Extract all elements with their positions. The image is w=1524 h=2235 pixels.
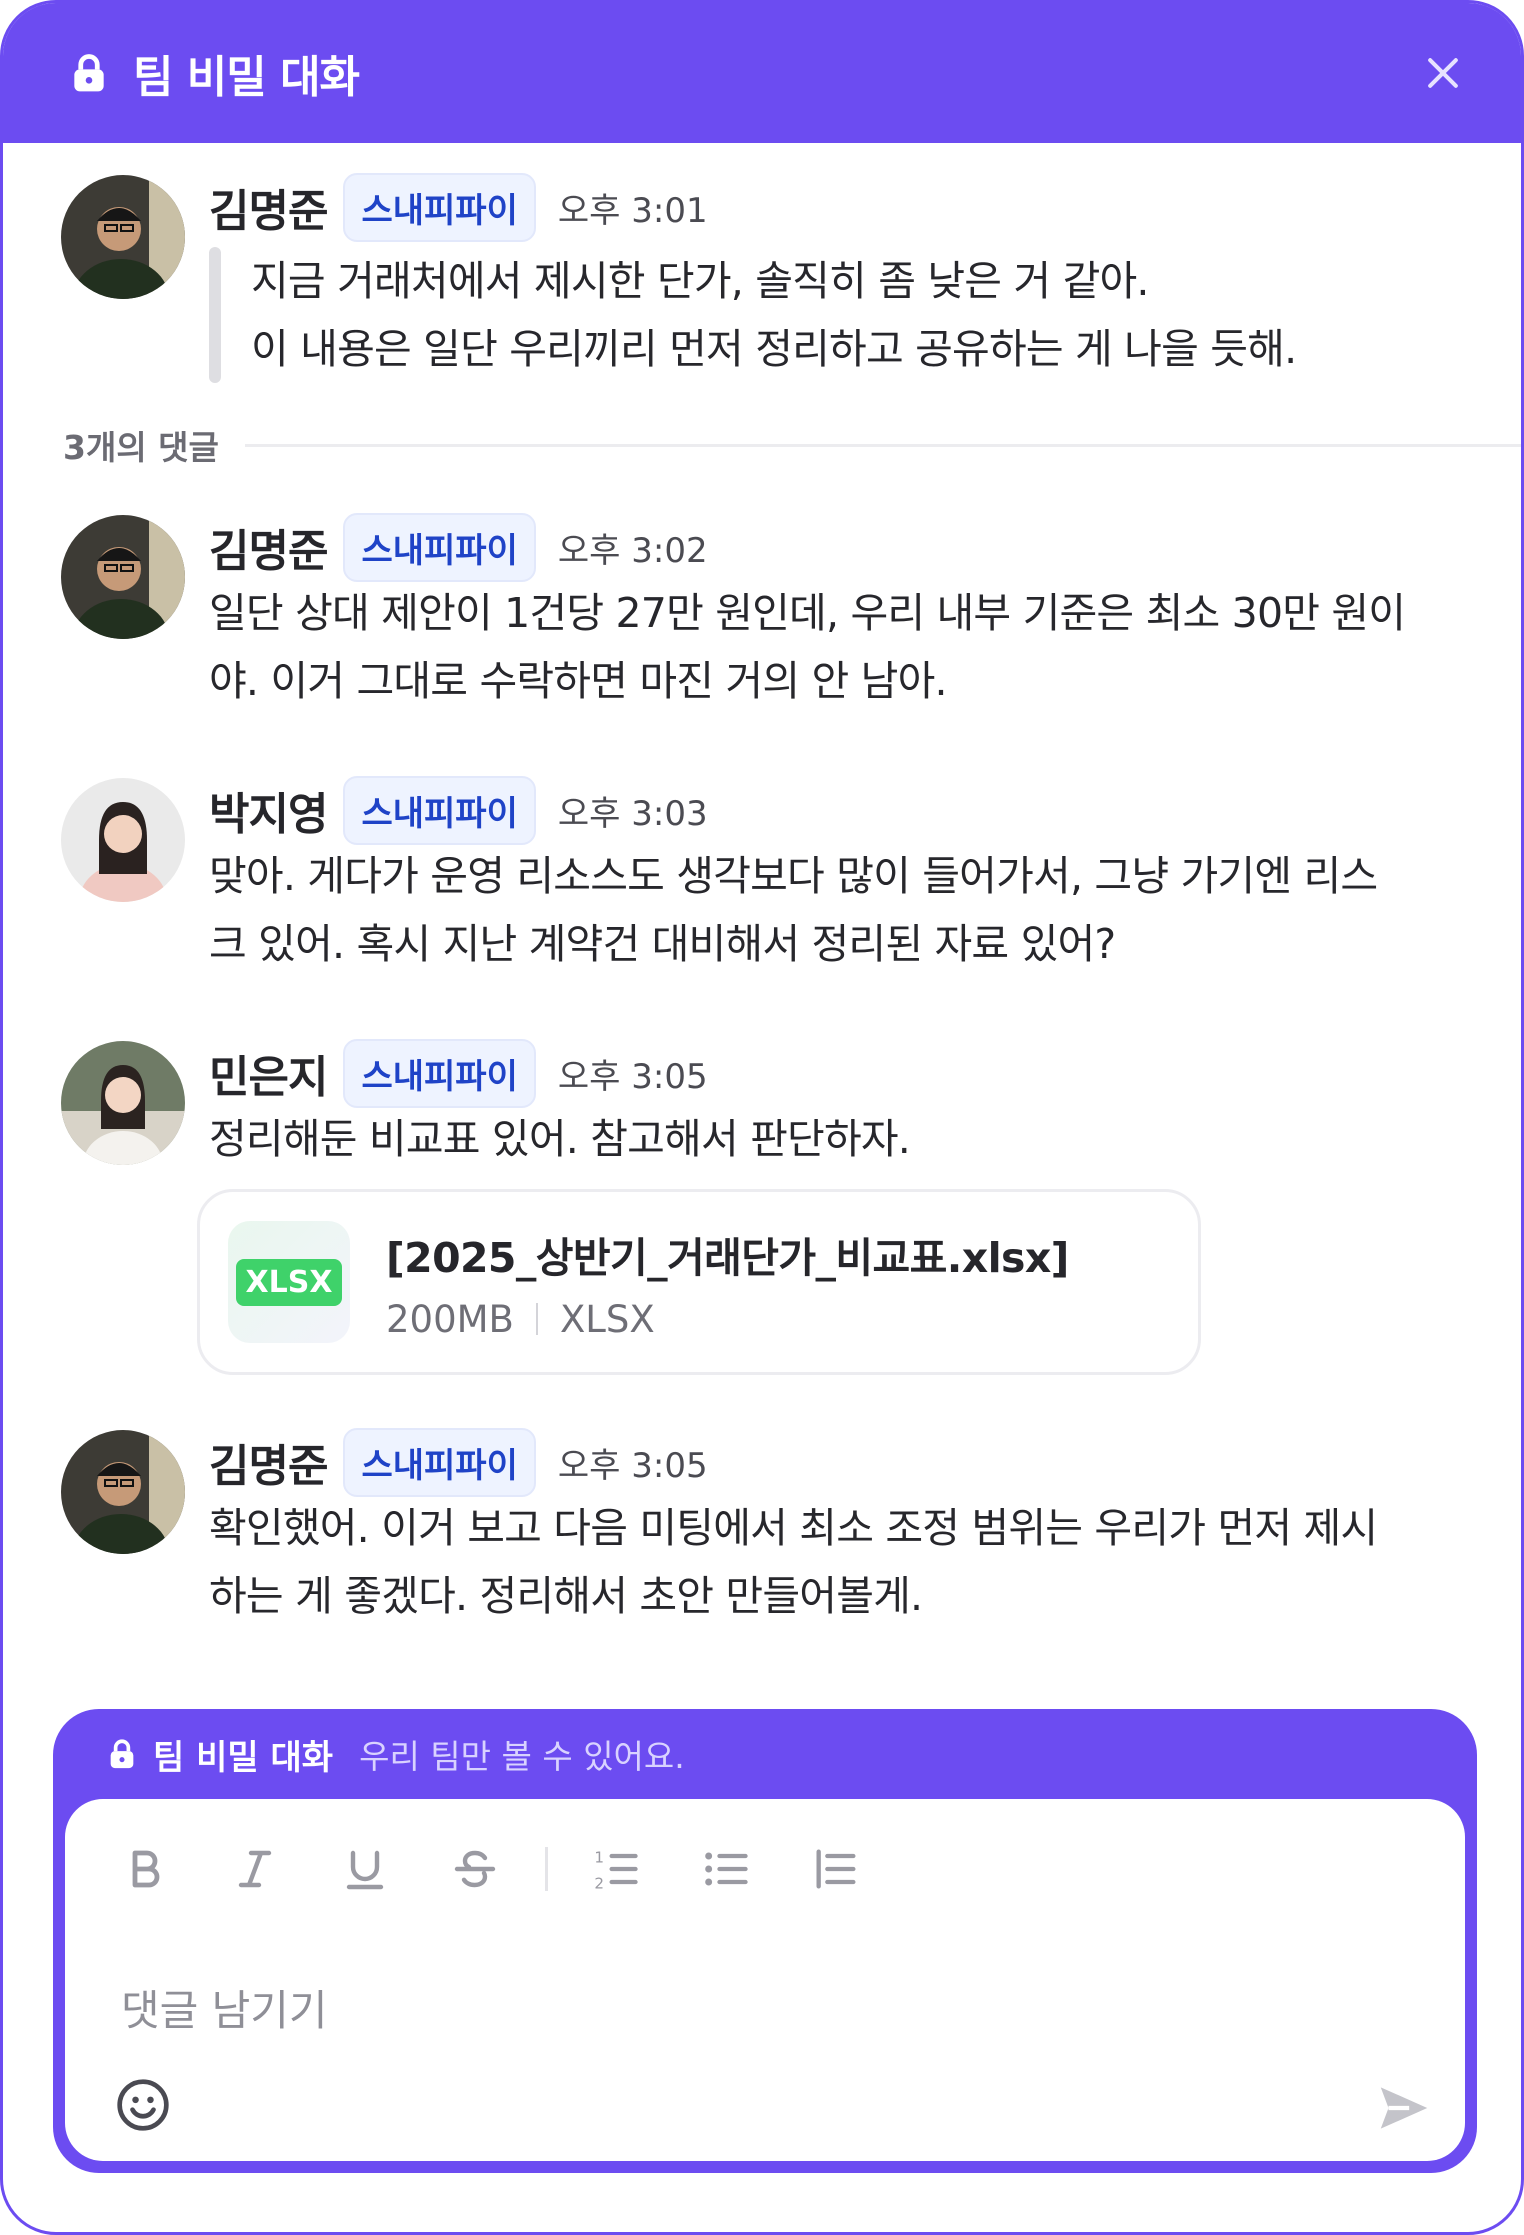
format-toolbar: 1 2	[105, 1829, 906, 1909]
file-name: [2025_상반기_거래단가_비교표.xlsx]	[386, 1233, 1069, 1282]
underline-button[interactable]	[325, 1829, 405, 1909]
author-name: 김명준	[209, 526, 328, 577]
avatar	[61, 1041, 185, 1165]
panel-header: 팀 비밀 대화	[3, 3, 1521, 143]
ordered-list-icon: 1 2	[594, 1849, 638, 1893]
file-size: 200MB	[386, 1297, 514, 1341]
reply-message: 박지영 스내피파이 오후 3:03 맞아. 게다가 운영 리소스도 생각보다 많…	[61, 775, 1461, 978]
bold-icon	[132, 1850, 160, 1888]
author-name: 민은지	[209, 1052, 328, 1103]
emoji-icon[interactable]	[115, 2077, 171, 2133]
message-line: 정리해둔 비교표 있어. 참고해서 판단하자.	[209, 1115, 911, 1163]
avatar	[61, 175, 185, 299]
indent-button[interactable]	[796, 1829, 876, 1909]
workspace-badge: 스내피파이	[343, 1038, 536, 1108]
message-line: 크 있어. 혹시 지난 계약건 대비해서 정리된 자료 있어?	[209, 920, 1116, 968]
ordered-list-button[interactable]: 1 2	[576, 1829, 656, 1909]
message-line: 하는 게 좋겠다. 정리해서 초안 만들어볼게.	[209, 1572, 923, 1620]
replies-divider: 3개의 댓글	[63, 421, 1521, 469]
italic-button[interactable]	[215, 1829, 295, 1909]
message-line: 확인했어. 이거 보고 다음 미팅에서 최소 조정 범위는 우리가 먼저 제시	[209, 1504, 1378, 1552]
comment-input[interactable]: 댓글 남기기	[121, 1977, 328, 2038]
reply-message: 김명준 스내피파이 오후 3:02 일단 상대 제안이 1건당 27만 원인데,…	[61, 512, 1461, 715]
message-line: 맞아. 게다가 운영 리소스도 생각보다 많이 들어가서, 그냥 가기엔 리스	[209, 852, 1378, 900]
file-type: XLSX	[559, 1297, 655, 1341]
close-icon[interactable]	[1421, 51, 1465, 95]
quoted-message: 지금 거래처에서 제시한 단가, 솔직히 좀 낮은 거 같아. 이 내용은 일단…	[209, 247, 1461, 383]
reply-message: 김명준 스내피파이 오후 3:05 확인했어. 이거 보고 다음 미팅에서 최소…	[61, 1427, 1461, 1630]
avatar	[61, 778, 185, 902]
composer-title: 팀 비밀 대화	[153, 1737, 334, 1778]
composer-header: 팀 비밀 대화 우리 팀만 볼 수 있어요.	[53, 1709, 1477, 1799]
panel-title: 팀 비밀 대화	[133, 52, 360, 103]
bullet-list-icon	[705, 1852, 748, 1886]
message-line: 지금 거래처에서 제시한 단가, 솔직히 좀 낮은 거 같아.	[251, 257, 1149, 305]
author-name: 김명준	[209, 1441, 328, 1492]
avatar	[61, 515, 185, 639]
toolbar-separator	[545, 1847, 548, 1891]
file-type-label: XLSX	[235, 1258, 343, 1306]
strikethrough-icon	[454, 1850, 496, 1888]
author-name: 박지영	[209, 789, 328, 840]
author-name: 김명준	[209, 186, 328, 237]
underline-icon	[346, 1850, 384, 1890]
bullet-list-button[interactable]	[686, 1829, 766, 1909]
thread-root-message: 김명준 스내피파이 오후 3:01 지금 거래처에서 제시한 단가, 솔직히 좀…	[61, 172, 1461, 383]
timestamp: 오후 3:05	[557, 1445, 708, 1486]
meta-separator	[535, 1303, 538, 1335]
timestamp: 오후 3:05	[557, 1056, 708, 1097]
composer-subtitle: 우리 팀만 볼 수 있어요.	[359, 1737, 685, 1776]
message-line: 야. 이거 그대로 수락하면 마진 거의 안 남아.	[209, 657, 948, 705]
strikethrough-button[interactable]	[435, 1829, 515, 1909]
indent-icon	[816, 1849, 856, 1889]
workspace-badge: 스내피파이	[343, 775, 536, 845]
workspace-badge: 스내피파이	[343, 1427, 536, 1497]
lock-icon	[110, 1739, 134, 1769]
replies-count: 3개의 댓글	[63, 428, 219, 467]
timestamp: 오후 3:02	[557, 530, 708, 571]
svg-text:2: 2	[594, 1875, 604, 1893]
workspace-badge: 스내피파이	[343, 172, 536, 242]
italic-icon	[238, 1850, 272, 1888]
workspace-badge: 스내피파이	[343, 512, 536, 582]
send-icon[interactable]	[1373, 2077, 1435, 2139]
avatar	[61, 1430, 185, 1554]
message-line: 이 내용은 일단 우리끼리 먼저 정리하고 공유하는 게 나을 듯해.	[251, 325, 1297, 373]
message-line: 일단 상대 제안이 1건당 27만 원인데, 우리 내부 기준은 최소 30만 …	[209, 589, 1406, 637]
svg-text:1: 1	[594, 1849, 604, 1867]
reply-message: 민은지 스내피파이 오후 3:05 정리해둔 비교표 있어. 참고해서 판단하자…	[61, 1038, 1461, 1173]
composer-editor: 1 2 댓글 남기기	[65, 1799, 1465, 2161]
bold-button[interactable]	[105, 1829, 185, 1909]
lock-icon	[74, 54, 104, 92]
comment-composer: 팀 비밀 대화 우리 팀만 볼 수 있어요. 1 2 댓글 남기기	[53, 1709, 1477, 2173]
timestamp: 오후 3:01	[557, 190, 708, 231]
file-attachment[interactable]: XLSX [2025_상반기_거래단가_비교표.xlsx] 200MB XLSX	[197, 1189, 1201, 1375]
divider-line	[244, 443, 1521, 447]
secret-chat-panel: 팀 비밀 대화 김명준 스내피파이 오후 3:01 지금 거래처에서 제시한 단…	[0, 0, 1524, 2235]
timestamp: 오후 3:03	[557, 793, 708, 834]
xlsx-file-icon: XLSX	[228, 1221, 350, 1343]
quote-bar	[209, 247, 221, 383]
